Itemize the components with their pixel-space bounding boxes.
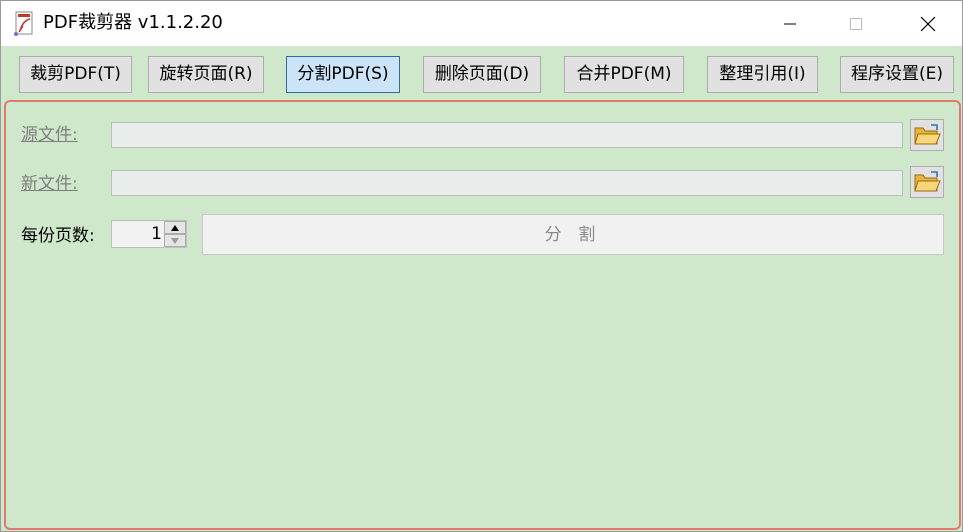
title-bar[interactable]: PDF裁剪器 v1.1.2.20: [1, 1, 962, 46]
split-pdf-tab-button[interactable]: 分割PDF(S): [286, 56, 400, 93]
maximize-icon: [850, 17, 862, 30]
app-window: PDF裁剪器 v1.1.2.20 裁剪PDF(T) 旋转页面(R) 分割PDF(…: [0, 0, 963, 532]
spin-up-icon: [171, 224, 179, 231]
target-browse-button[interactable]: [910, 166, 944, 198]
minimize-button[interactable]: [761, 1, 819, 46]
target-file-label: 新文件:: [21, 174, 78, 194]
source-browse-button[interactable]: [910, 119, 944, 151]
source-file-input[interactable]: [111, 122, 903, 148]
program-settings-button[interactable]: 程序设置(E): [840, 56, 954, 93]
spin-up-button[interactable]: [164, 221, 186, 234]
open-folder-icon: [914, 171, 941, 192]
split-button[interactable]: 分 割: [202, 214, 944, 255]
target-file-input[interactable]: [111, 170, 903, 196]
pages-per-part-label: 每份页数:: [21, 226, 95, 246]
merge-pdf-button[interactable]: 合并PDF(M): [564, 56, 684, 93]
minimize-icon: [784, 23, 796, 24]
organize-references-button[interactable]: 整理引用(I): [707, 56, 818, 93]
spin-down-icon: [171, 237, 179, 244]
split-pdf-panel: [4, 100, 961, 530]
delete-pages-button[interactable]: 删除页面(D): [423, 56, 541, 93]
open-folder-icon: [914, 124, 941, 145]
pdf-app-icon: [14, 11, 33, 36]
source-file-label: 源文件:: [21, 125, 78, 145]
close-button[interactable]: [899, 1, 957, 46]
rotate-pages-button[interactable]: 旋转页面(R): [148, 56, 264, 93]
maximize-button[interactable]: [827, 1, 885, 46]
pages-per-part-value[interactable]: 1: [112, 221, 162, 247]
crop-pdf-button[interactable]: 裁剪PDF(T): [19, 56, 132, 93]
window-title: PDF裁剪器 v1.1.2.20: [43, 12, 223, 33]
pages-per-part-spinner[interactable]: 1: [111, 220, 187, 248]
close-icon: [920, 16, 936, 31]
spin-down-button[interactable]: [164, 234, 186, 247]
